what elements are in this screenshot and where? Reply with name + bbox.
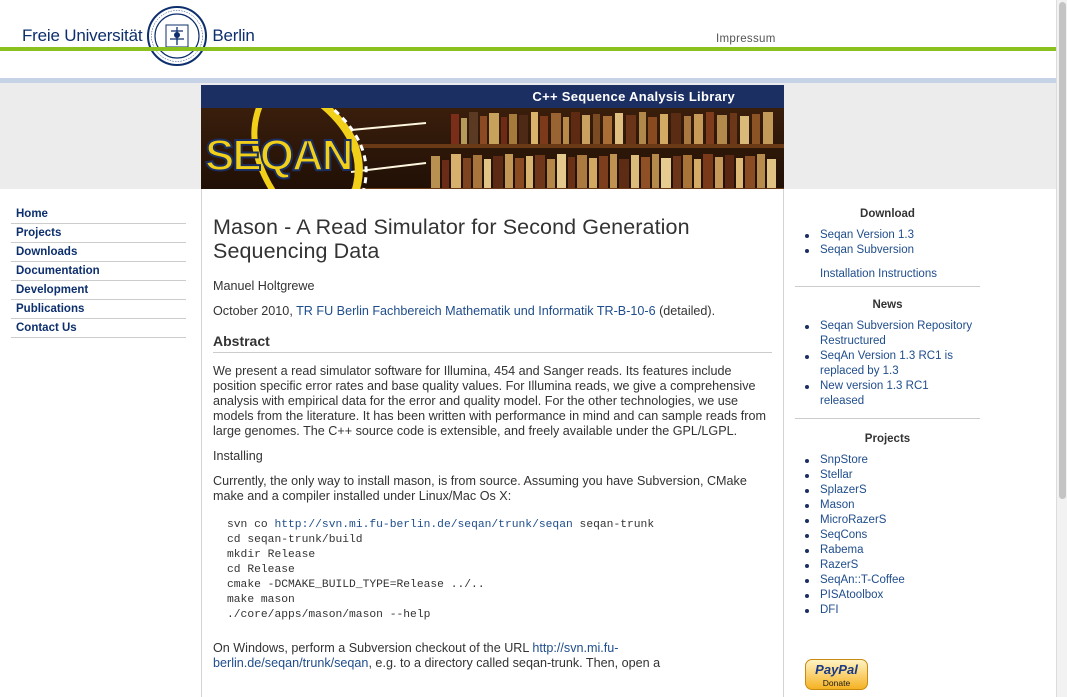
projects-heading: Projects bbox=[864, 433, 911, 445]
detailed-label: (detailed). bbox=[655, 304, 716, 318]
nav-item-documentation[interactable]: Documentation bbox=[11, 262, 186, 281]
right-sidebar: Download Seqan Version 1.3 Seqan Subvers… bbox=[795, 205, 980, 618]
code-line: cd seqan-trunk/build bbox=[227, 534, 363, 546]
donate-label: Donate bbox=[822, 678, 851, 688]
project-item-razers[interactable]: RazerS bbox=[805, 558, 980, 573]
paypal-donate-button[interactable]: PayPal Donate bbox=[805, 659, 868, 690]
impressum-link[interactable]: Impressum bbox=[716, 33, 776, 45]
main-content: Mason - A Read Simulator for Second Gene… bbox=[201, 189, 784, 697]
project-item-dfi[interactable]: DFI bbox=[805, 603, 980, 618]
seqan-banner[interactable]: C++ Sequence Analysis Library SEQAN bbox=[201, 85, 784, 200]
code-line: ./core/apps/mason/mason --help bbox=[227, 609, 431, 621]
project-item-mason[interactable]: Mason bbox=[805, 498, 980, 513]
abstract-text: We present a read simulator software for… bbox=[213, 364, 766, 438]
seqan-logo-bookshelf-image: SEQAN bbox=[201, 108, 784, 200]
project-item-rabema[interactable]: Rabema bbox=[805, 543, 980, 558]
sidebar-divider bbox=[795, 418, 980, 419]
logo-text-right: Berlin bbox=[212, 26, 255, 45]
university-seal-icon bbox=[147, 6, 208, 66]
download-item-seqan-version[interactable]: Seqan Version 1.3 bbox=[805, 228, 980, 243]
news-item[interactable]: New version 1.3 RC1 released bbox=[805, 379, 975, 409]
install-instructions-text: Currently, the only way to install mason… bbox=[213, 474, 747, 503]
nav-item-downloads[interactable]: Downloads bbox=[11, 243, 186, 262]
header-divider-green bbox=[0, 47, 1056, 51]
news-item[interactable]: SeqAn Version 1.3 RC1 is replaced by 1.3 bbox=[805, 349, 975, 379]
download-heading: Download bbox=[860, 208, 915, 220]
download-item-seqan-subversion[interactable]: Seqan Subversion bbox=[805, 243, 980, 258]
project-item-snpstore[interactable]: SnpStore bbox=[805, 453, 980, 468]
news-list: Seqan Subversion Repository Restructured… bbox=[795, 319, 975, 409]
nav-item-contact-us[interactable]: Contact Us bbox=[11, 319, 186, 338]
abstract-heading: Abstract bbox=[213, 333, 772, 353]
installation-instructions-link[interactable]: Installation Instructions bbox=[795, 268, 980, 280]
windows-instructions: On Windows, perform a Subversion checkou… bbox=[213, 641, 661, 670]
project-item-stellar[interactable]: Stellar bbox=[805, 468, 980, 483]
svn-url-link[interactable]: http://svn.mi.fu-berlin.de/seqan/trunk/s… bbox=[274, 519, 572, 531]
project-item-seqan-tcoffee[interactable]: SeqAn::T-Coffee bbox=[805, 573, 980, 588]
project-item-microrazers[interactable]: MicroRazerS bbox=[805, 513, 980, 528]
nav-item-development[interactable]: Development bbox=[11, 281, 186, 300]
technical-report-link[interactable]: TR FU Berlin Fachbereich Mathematik und … bbox=[296, 304, 656, 318]
project-item-pisatoolbox[interactable]: PISAtoolbox bbox=[805, 588, 980, 603]
banner-title: C++ Sequence Analysis Library bbox=[532, 89, 735, 104]
vertical-scrollbar[interactable] bbox=[1056, 0, 1067, 697]
code-line: cd Release bbox=[227, 564, 295, 576]
left-navigation: Home Projects Downloads Documentation De… bbox=[11, 205, 186, 338]
download-list: Seqan Version 1.3 Seqan Subversion bbox=[795, 228, 980, 258]
nav-item-projects[interactable]: Projects bbox=[11, 224, 186, 243]
publication-info: October 2010, TR FU Berlin Fachbereich M… bbox=[213, 304, 772, 319]
installing-heading: Installing bbox=[213, 449, 263, 463]
project-item-splazers[interactable]: SplazerS bbox=[805, 483, 980, 498]
nav-item-publications[interactable]: Publications bbox=[11, 300, 186, 319]
sidebar-divider bbox=[795, 286, 980, 287]
nav-item-home[interactable]: Home bbox=[11, 205, 186, 224]
code-line: cmake -DCMAKE_BUILD_TYPE=Release ../.. bbox=[227, 579, 485, 591]
news-item[interactable]: Seqan Subversion Repository Restructured bbox=[805, 319, 975, 349]
university-logo[interactable]: Freie Universität Berlin bbox=[22, 4, 255, 68]
logo-text-left: Freie Universität bbox=[22, 26, 143, 45]
code-line: mkdir Release bbox=[227, 549, 316, 561]
install-code-block: svn co http://svn.mi.fu-berlin.de/seqan/… bbox=[213, 518, 772, 623]
page-title: Mason - A Read Simulator for Second Gene… bbox=[213, 215, 690, 263]
scrollbar-thumb[interactable] bbox=[1059, 2, 1066, 499]
project-item-seqcons[interactable]: SeqCons bbox=[805, 528, 980, 543]
publication-date: October 2010, bbox=[213, 304, 297, 318]
site-header: Freie Universität Berlin Impressum bbox=[0, 0, 1056, 83]
seqan-logo-text: SEQAN bbox=[205, 131, 351, 180]
projects-list: SnpStore Stellar SplazerS Mason MicroRaz… bbox=[795, 453, 980, 618]
news-heading: News bbox=[872, 299, 903, 311]
code-line-svn: svn co http://svn.mi.fu-berlin.de/seqan/… bbox=[227, 519, 655, 531]
paypal-label: PayPal bbox=[815, 662, 858, 677]
code-line: make mason bbox=[227, 594, 295, 606]
author: Manuel Holtgrewe bbox=[213, 279, 315, 293]
